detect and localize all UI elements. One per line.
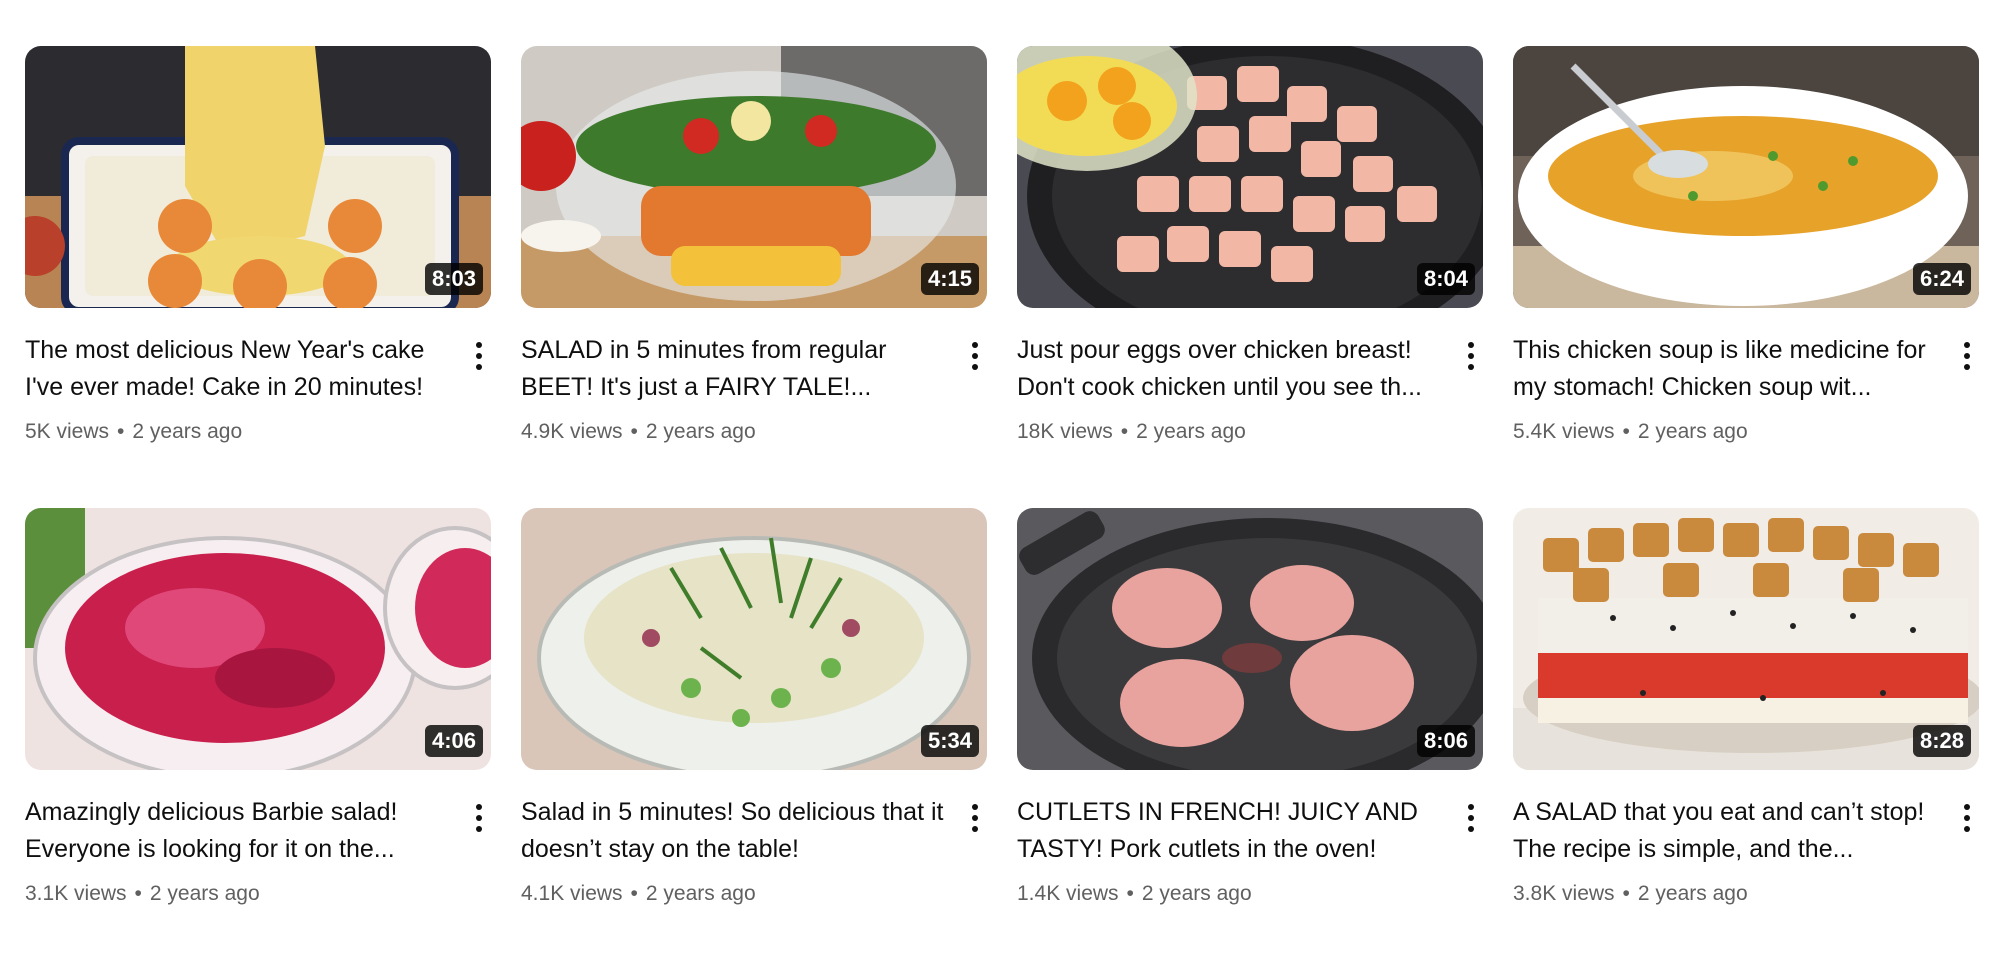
video-card: 4:15 SALAD in 5 minutes from regular BEE…: [521, 46, 987, 508]
thumbnail-image: [25, 508, 491, 770]
video-duration: 8:04: [1416, 263, 1475, 295]
video-card: 4:06 Amazingly delicious Barbie salad! E…: [25, 508, 491, 970]
thumbnail-image: [25, 46, 491, 308]
video-thumbnail[interactable]: 4:15: [521, 46, 987, 308]
video-meta: The most delicious New Year's cake I've …: [25, 308, 491, 446]
video-card: 8:03 The most delicious New Year's cake …: [25, 46, 491, 508]
view-count: 18K views: [1017, 420, 1113, 443]
upload-age: 2 years ago: [645, 882, 756, 905]
upload-age: 2 years ago: [149, 882, 260, 905]
video-thumbnail[interactable]: 5:34: [521, 508, 987, 770]
more-actions-icon[interactable]: [963, 800, 987, 836]
video-stats: 4.9K views • 2 years ago: [521, 418, 987, 446]
video-thumbnail[interactable]: 8:28: [1513, 508, 1979, 770]
upload-age: 2 years ago: [1141, 882, 1252, 905]
video-title[interactable]: Amazingly delicious Barbie salad! Everyo…: [25, 794, 455, 868]
video-thumbnail[interactable]: 8:06: [1017, 508, 1483, 770]
view-count: 3.1K views: [25, 882, 127, 905]
separator-dot: •: [1126, 882, 1134, 905]
more-actions-icon[interactable]: [1955, 800, 1979, 836]
more-actions-icon[interactable]: [963, 338, 987, 374]
view-count: 5.4K views: [1513, 420, 1615, 443]
video-thumbnail[interactable]: 6:24: [1513, 46, 1979, 308]
separator-dot: •: [1622, 882, 1630, 905]
separator-dot: •: [1622, 420, 1630, 443]
video-card: 5:34 Salad in 5 minutes! So delicious th…: [521, 508, 987, 970]
more-actions-icon[interactable]: [1459, 338, 1483, 374]
video-duration: 5:34: [920, 725, 979, 757]
video-title[interactable]: CUTLETS IN FRENCH! JUICY AND TASTY! Pork…: [1017, 794, 1447, 868]
video-meta: CUTLETS IN FRENCH! JUICY AND TASTY! Pork…: [1017, 770, 1483, 908]
video-stats: 5K views • 2 years ago: [25, 418, 491, 446]
video-title[interactable]: A SALAD that you eat and can’t stop! The…: [1513, 794, 1943, 868]
video-duration: 4:15: [920, 263, 979, 295]
video-stats: 4.1K views • 2 years ago: [521, 880, 987, 908]
more-actions-icon[interactable]: [467, 800, 491, 836]
thumbnail-image: [521, 508, 987, 770]
video-title[interactable]: The most delicious New Year's cake I've …: [25, 332, 455, 406]
video-meta: A SALAD that you eat and can’t stop! The…: [1513, 770, 1979, 908]
video-duration: 8:28: [1912, 725, 1971, 757]
video-stats: 3.1K views • 2 years ago: [25, 880, 491, 908]
video-thumbnail[interactable]: 8:03: [25, 46, 491, 308]
view-count: 4.9K views: [521, 420, 623, 443]
thumbnail-image: [1017, 46, 1483, 308]
upload-age: 2 years ago: [132, 420, 243, 443]
separator-dot: •: [630, 420, 638, 443]
view-count: 4.1K views: [521, 882, 623, 905]
upload-age: 2 years ago: [1637, 882, 1748, 905]
separator-dot: •: [1120, 420, 1129, 443]
video-thumbnail[interactable]: 8:04: [1017, 46, 1483, 308]
video-grid: 8:03 The most delicious New Year's cake …: [25, 46, 1979, 970]
video-card: 8:06 CUTLETS IN FRENCH! JUICY AND TASTY!…: [1017, 508, 1483, 970]
thumbnail-image: [521, 46, 987, 308]
view-count: 3.8K views: [1513, 882, 1615, 905]
more-actions-icon[interactable]: [1459, 800, 1483, 836]
video-title[interactable]: SALAD in 5 minutes from regular BEET! It…: [521, 332, 951, 406]
video-meta: Salad in 5 minutes! So delicious that it…: [521, 770, 987, 908]
video-duration: 8:03: [424, 263, 483, 295]
more-actions-icon[interactable]: [467, 338, 491, 374]
video-title[interactable]: Salad in 5 minutes! So delicious that it…: [521, 794, 951, 868]
video-meta: Just pour eggs over chicken breast! Don'…: [1017, 308, 1483, 446]
video-card: 8:28 A SALAD that you eat and can’t stop…: [1513, 508, 1979, 970]
thumbnail-image: [1513, 46, 1979, 308]
video-title[interactable]: This chicken soup is like medicine for m…: [1513, 332, 1943, 406]
view-count: 5K views: [25, 420, 110, 443]
view-count: 1.4K views: [1017, 882, 1119, 905]
upload-age: 2 years ago: [645, 420, 756, 443]
thumbnail-image: [1017, 508, 1483, 770]
video-card: 6:24 This chicken soup is like medicine …: [1513, 46, 1979, 508]
more-actions-icon[interactable]: [1955, 338, 1979, 374]
video-stats: 5.4K views • 2 years ago: [1513, 418, 1979, 446]
video-card: 8:04 Just pour eggs over chicken breast!…: [1017, 46, 1483, 508]
upload-age: 2 years ago: [1637, 420, 1748, 443]
video-duration: 8:06: [1416, 725, 1475, 757]
thumbnail-image: [1513, 508, 1979, 770]
upload-age: 2 years ago: [1136, 420, 1246, 443]
separator-dot: •: [630, 882, 638, 905]
video-stats: 3.8K views • 2 years ago: [1513, 880, 1979, 908]
video-meta: This chicken soup is like medicine for m…: [1513, 308, 1979, 446]
video-stats: 1.4K views • 2 years ago: [1017, 880, 1483, 908]
video-stats: 18K views • 2 years ago: [1017, 418, 1483, 446]
separator-dot: •: [117, 420, 125, 443]
video-meta: Amazingly delicious Barbie salad! Everyo…: [25, 770, 491, 908]
video-duration: 6:24: [1912, 263, 1971, 295]
video-meta: SALAD in 5 minutes from regular BEET! It…: [521, 308, 987, 446]
separator-dot: •: [134, 882, 142, 905]
video-duration: 4:06: [424, 725, 483, 757]
video-title[interactable]: Just pour eggs over chicken breast! Don'…: [1017, 332, 1447, 406]
video-thumbnail[interactable]: 4:06: [25, 508, 491, 770]
